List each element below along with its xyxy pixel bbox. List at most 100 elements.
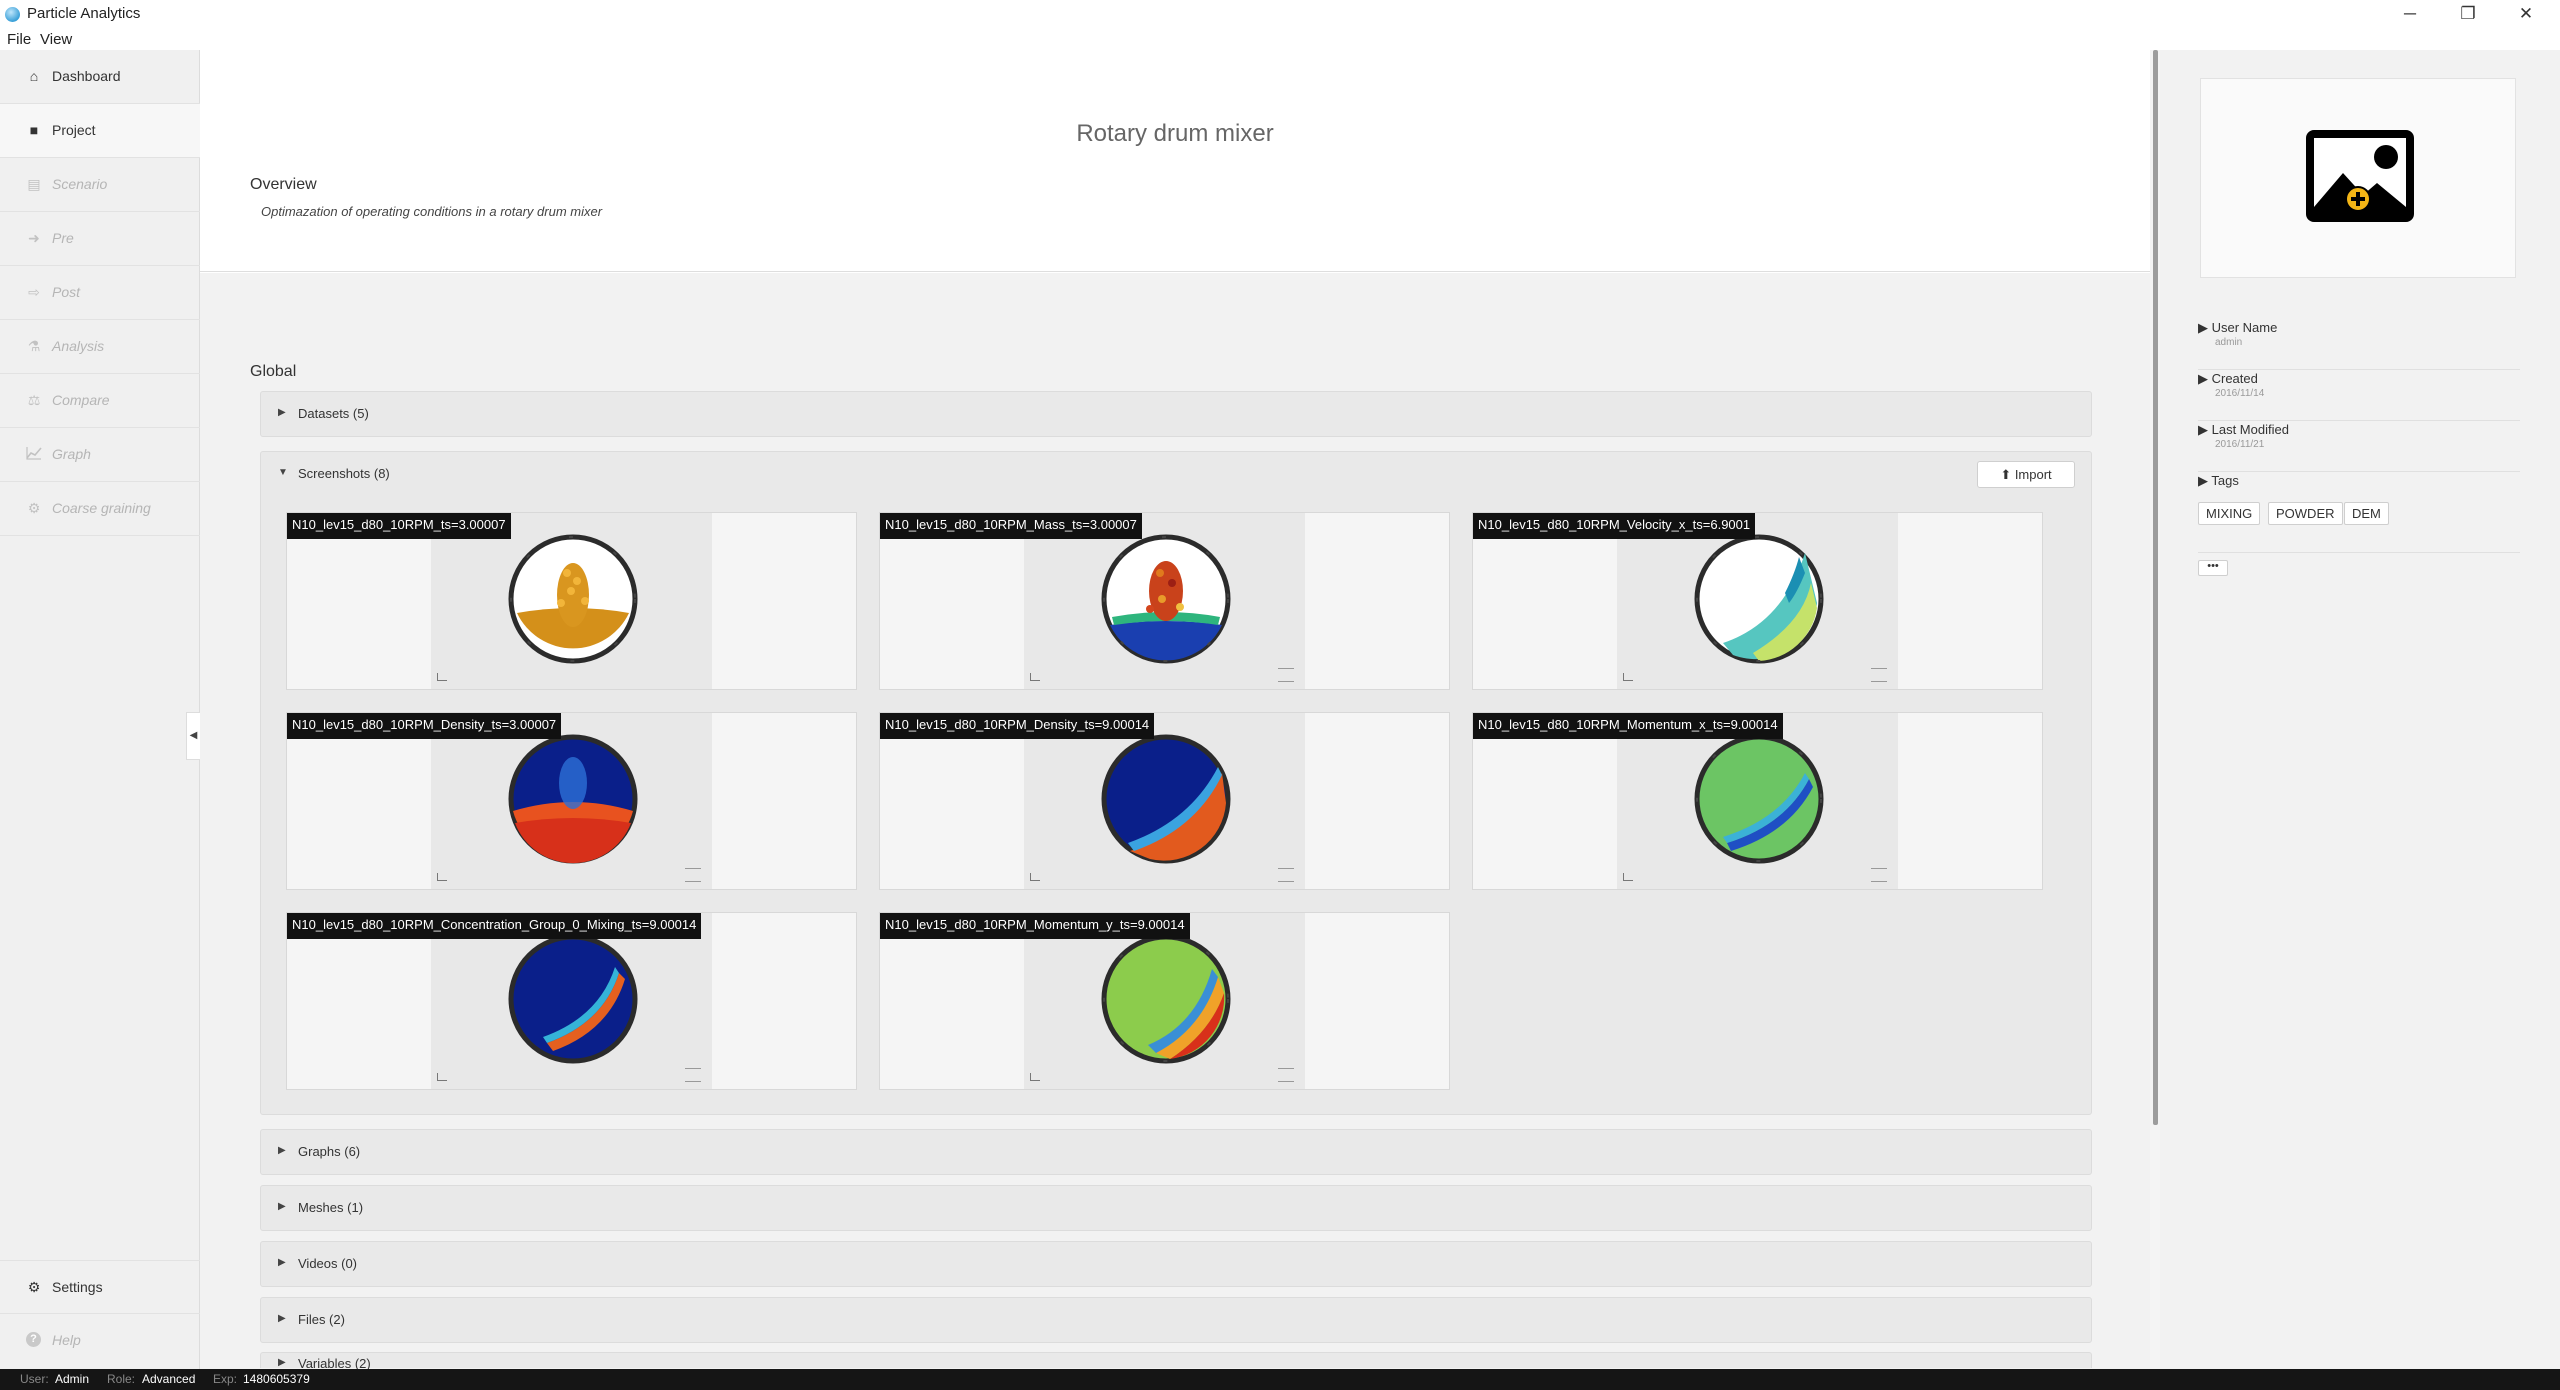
project-content: Global ▶ Datasets (5) ▼ Screenshots (8) …: [200, 273, 2150, 1371]
sidebar-item-label: Analysis: [52, 338, 105, 354]
caret-right-icon: ▶: [278, 1357, 286, 1368]
caret-right-icon: ▶: [278, 407, 286, 418]
close-button[interactable]: ✕: [2506, 2, 2546, 26]
app-logo-icon: [5, 7, 20, 22]
screenshot-card[interactable]: N10_lev15_d80_10RPM_Velocity_x_ts=6.9001: [1472, 512, 2043, 690]
sidebar-item-help[interactable]: ? Help: [0, 1314, 200, 1368]
collapse-sidebar-button[interactable]: ◀: [186, 712, 200, 760]
screenshot-caption: N10_lev15_d80_10RPM_Concentration_Group_…: [287, 913, 702, 939]
balance-icon: ⚖: [27, 392, 41, 408]
section-title[interactable]: Screenshots (8): [298, 466, 390, 481]
section-meshes[interactable]: ▶ Meshes (1): [260, 1185, 2092, 1231]
tag-mixing[interactable]: MIXING: [2198, 502, 2261, 525]
restore-button[interactable]: ❐: [2448, 2, 2488, 26]
user-name-label: ▶ User Name: [2198, 320, 2278, 335]
screenshot-caption: N10_lev15_d80_10RPM_Density_ts=3.00007: [287, 713, 562, 739]
created-row[interactable]: ▶ Created 2016/11/14: [2198, 371, 2520, 421]
caret-right-icon: ▶: [278, 1257, 286, 1268]
title-bar: Particle Analytics ─ ❐ ✕: [0, 0, 2560, 28]
status-bar: User: Admin Role: Advanced Exp: 14806053…: [0, 1369, 2560, 1390]
screenshot-card[interactable]: N10_lev15_d80_10RPM_Density_ts=9.00014: [879, 712, 1450, 890]
sign-out-icon: ⇨: [28, 284, 40, 300]
import-button[interactable]: ⬆ Import: [1977, 461, 2075, 488]
screenshot-card[interactable]: N10_lev15_d80_10RPM_Density_ts=3.00007: [286, 712, 857, 890]
home-icon: ⌂: [29, 68, 39, 84]
menu-bar: File View: [0, 28, 2560, 50]
drum-thumbnail: [1101, 534, 1231, 664]
sidebar-item-compare[interactable]: ⚖ Compare: [0, 374, 200, 428]
menu-file[interactable]: File: [7, 31, 31, 48]
screenshot-caption: N10_lev15_d80_10RPM_Momentum_x_ts=9.0001…: [1473, 713, 1783, 739]
project-image-upload[interactable]: [2200, 78, 2516, 278]
sidebar: ⌂ Dashboard ■ Project ▤ Scenario ➜ Pre ⇨…: [0, 50, 200, 1369]
section-files[interactable]: ▶ Files (2): [260, 1297, 2092, 1343]
sidebar-item-label: Settings: [52, 1279, 103, 1295]
sidebar-item-scenario[interactable]: ▤ Scenario: [0, 158, 200, 212]
section-graphs[interactable]: ▶ Graphs (6): [260, 1129, 2092, 1175]
screenshot-card[interactable]: N10_lev15_d80_10RPM_Momentum_y_ts=9.0001…: [879, 912, 1450, 1090]
screenshot-card[interactable]: N10_lev15_d80_10RPM_Mass_ts=3.00007: [879, 512, 1450, 690]
drum-thumbnail: [508, 534, 638, 664]
drum-thumbnail: [1101, 734, 1231, 864]
sign-in-icon: ➜: [28, 230, 40, 246]
screenshot-card[interactable]: N10_lev15_d80_10RPM_Momentum_x_ts=9.0001…: [1472, 712, 2043, 890]
screenshot-card[interactable]: N10_lev15_d80_10RPM_ts=3.00007: [286, 512, 857, 690]
sidebar-item-coarse-graining[interactable]: ⚙ Coarse graining: [0, 482, 200, 536]
status-role-label: Role:: [107, 1372, 136, 1386]
created-label: ▶ Created: [2198, 371, 2258, 386]
sidebar-item-label: Compare: [52, 392, 110, 408]
app-title: Particle Analytics: [27, 5, 141, 22]
line-chart-icon: [26, 446, 42, 462]
section-datasets[interactable]: ▶ Datasets (5): [260, 391, 2092, 437]
user-name-row[interactable]: ▶ User Name admin: [2198, 320, 2520, 370]
main-scrollbar-thumb[interactable]: [2153, 50, 2158, 1125]
section-title: Videos (0): [298, 1256, 358, 1271]
screenshot-card[interactable]: N10_lev15_d80_10RPM_Concentration_Group_…: [286, 912, 857, 1090]
sidebar-item-pre[interactable]: ➜ Pre: [0, 212, 200, 266]
sidebar-item-label: Graph: [52, 446, 91, 462]
modified-row[interactable]: ▶ Last Modified 2016/11/21: [2198, 422, 2520, 472]
drum-thumbnail: [508, 934, 638, 1064]
status-exp: 1480605379: [243, 1372, 310, 1386]
tag-dem[interactable]: DEM: [2344, 502, 2389, 525]
drum-thumbnail: [1694, 534, 1824, 664]
document-icon: ▤: [27, 176, 41, 192]
add-image-icon: [2306, 130, 2414, 222]
sidebar-item-dashboard[interactable]: ⌂ Dashboard: [0, 50, 200, 104]
page-title: Rotary drum mixer: [1076, 120, 1274, 147]
caret-down-icon[interactable]: ▼: [278, 467, 288, 478]
tag-powder[interactable]: POWDER: [2268, 502, 2343, 525]
gear-icon: ⚙: [27, 500, 41, 516]
sidebar-item-analysis[interactable]: ⚗ Analysis: [0, 320, 200, 374]
section-title: Files (2): [298, 1312, 345, 1327]
menu-view[interactable]: View: [40, 31, 72, 48]
minimize-button[interactable]: ─: [2390, 2, 2430, 26]
section-variables[interactable]: ▶ Variables (2): [260, 1352, 2092, 1371]
section-title: Meshes (1): [298, 1200, 364, 1215]
sidebar-item-graph[interactable]: Graph: [0, 428, 200, 482]
modified-label: ▶ Last Modified: [2198, 422, 2289, 437]
drum-thumbnail: [508, 734, 638, 864]
folder-icon: ■: [29, 122, 39, 138]
sidebar-item-label: Scenario: [52, 176, 108, 192]
cogs-icon: ⚙: [27, 1279, 41, 1295]
sidebar-item-label: Dashboard: [52, 68, 121, 84]
main-content: Rotary drum mixer Overview Optimazation …: [200, 50, 2150, 1371]
caret-right-icon: ▶: [278, 1145, 286, 1156]
sidebar-item-project[interactable]: ■ Project: [0, 104, 200, 158]
screenshot-caption: N10_lev15_d80_10RPM_ts=3.00007: [287, 513, 511, 539]
caret-right-icon: ▶: [278, 1313, 286, 1324]
sidebar-item-settings[interactable]: ⚙ Settings: [0, 1260, 200, 1314]
section-videos[interactable]: ▶ Videos (0): [260, 1241, 2092, 1287]
status-user: Admin: [55, 1372, 90, 1386]
global-heading: Global: [250, 363, 297, 380]
sidebar-item-label: Pre: [52, 230, 74, 246]
screenshot-caption: N10_lev15_d80_10RPM_Density_ts=9.00014: [880, 713, 1155, 739]
status-role: Advanced: [142, 1372, 196, 1386]
more-options-button[interactable]: •••: [2198, 560, 2228, 576]
caret-right-icon: ▶: [278, 1201, 286, 1212]
sidebar-item-post[interactable]: ⇨ Post: [0, 266, 200, 320]
tags-label[interactable]: ▶ Tags: [2198, 473, 2239, 489]
details-panel: ▶ User Name admin ▶ Created 2016/11/14 ▶…: [2160, 50, 2560, 1369]
sidebar-item-label: Project: [52, 122, 96, 138]
